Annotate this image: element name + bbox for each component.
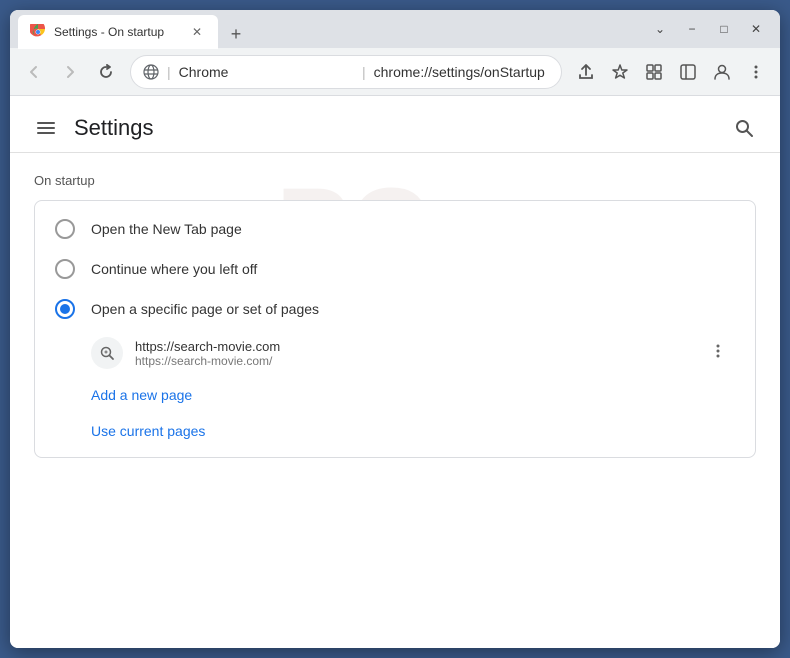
share-button[interactable] bbox=[570, 56, 602, 88]
chrome-menu-button[interactable] bbox=[740, 56, 772, 88]
forward-icon bbox=[61, 63, 79, 81]
option-specific[interactable]: Open a specific page or set of pages bbox=[35, 289, 755, 329]
toolbar: | Chrome | chrome://settings/onStartup bbox=[10, 48, 780, 96]
back-button[interactable] bbox=[18, 56, 50, 88]
tab-title: Settings - On startup bbox=[54, 25, 180, 39]
search-page-icon bbox=[99, 345, 115, 361]
maximize-button[interactable]: □ bbox=[710, 18, 738, 40]
active-tab[interactable]: Settings - On startup ✕ bbox=[18, 15, 218, 49]
extensions-button[interactable] bbox=[638, 56, 670, 88]
browser-name: Chrome bbox=[179, 64, 354, 80]
section-label: On startup bbox=[34, 173, 756, 188]
startup-card: Open the New Tab page Continue where you… bbox=[34, 200, 756, 458]
reload-icon bbox=[97, 63, 115, 81]
page-menu-dots-icon bbox=[709, 342, 727, 360]
browser-window: Settings - On startup ✕ + ⌄ − □ ✕ bbox=[10, 10, 780, 648]
settings-title: Settings bbox=[74, 115, 154, 141]
extensions-icon bbox=[645, 63, 663, 81]
page-content: Settings PC 4.COM On startup O bbox=[10, 96, 780, 648]
window-dropdown-button[interactable]: ⌄ bbox=[646, 18, 674, 40]
settings-menu-button[interactable] bbox=[30, 112, 62, 144]
settings-header: Settings bbox=[10, 96, 780, 153]
profile-icon bbox=[713, 63, 731, 81]
add-new-page-link[interactable]: Add a new page bbox=[35, 377, 755, 413]
sidebar-icon bbox=[679, 63, 697, 81]
toolbar-actions bbox=[570, 56, 772, 88]
menu-dots-icon bbox=[747, 63, 765, 81]
radio-new-tab bbox=[55, 219, 75, 239]
forward-button[interactable] bbox=[54, 56, 86, 88]
option-continue[interactable]: Continue where you left off bbox=[35, 249, 755, 289]
page-url-sub: https://search-movie.com/ bbox=[135, 354, 689, 368]
use-current-pages-link[interactable]: Use current pages bbox=[35, 413, 755, 449]
star-icon bbox=[611, 63, 629, 81]
minimize-button[interactable]: − bbox=[678, 18, 706, 40]
window-controls: ⌄ − □ ✕ bbox=[646, 18, 770, 40]
page-entry-text: https://search-movie.com https://search-… bbox=[135, 339, 689, 368]
hamburger-icon bbox=[36, 118, 56, 138]
page-entry-icon bbox=[91, 337, 123, 369]
option-new-tab-label: Open the New Tab page bbox=[91, 221, 242, 237]
radio-specific bbox=[55, 299, 75, 319]
option-continue-label: Continue where you left off bbox=[91, 261, 257, 277]
share-icon bbox=[577, 63, 595, 81]
address-url: chrome://settings/onStartup bbox=[374, 64, 549, 80]
sidebar-toggle-button[interactable] bbox=[672, 56, 704, 88]
settings-body: PC 4.COM On startup Open the New Tab pag… bbox=[10, 153, 780, 478]
bookmark-button[interactable] bbox=[604, 56, 636, 88]
page-entry-menu-button[interactable] bbox=[701, 338, 735, 369]
address-separator-2: | bbox=[362, 64, 366, 80]
chrome-address-icon bbox=[143, 64, 159, 80]
tab-close-button[interactable]: ✕ bbox=[188, 23, 206, 41]
profile-button[interactable] bbox=[706, 56, 738, 88]
back-icon bbox=[25, 63, 43, 81]
address-separator: | bbox=[167, 64, 171, 80]
close-button[interactable]: ✕ bbox=[742, 18, 770, 40]
new-tab-button[interactable]: + bbox=[222, 20, 250, 48]
settings-search-icon bbox=[734, 118, 754, 138]
page-entry: https://search-movie.com https://search-… bbox=[35, 329, 755, 377]
option-specific-label: Open a specific page or set of pages bbox=[91, 301, 319, 317]
radio-inner-dot bbox=[60, 304, 70, 314]
settings-search-button[interactable] bbox=[728, 112, 760, 144]
settings-header-left: Settings bbox=[30, 112, 154, 144]
title-bar: Settings - On startup ✕ + ⌄ − □ ✕ bbox=[10, 10, 780, 48]
reload-button[interactable] bbox=[90, 56, 122, 88]
address-bar[interactable]: | Chrome | chrome://settings/onStartup bbox=[130, 55, 562, 89]
chrome-tab-icon bbox=[30, 24, 46, 40]
option-new-tab[interactable]: Open the New Tab page bbox=[35, 209, 755, 249]
radio-continue bbox=[55, 259, 75, 279]
page-url-main: https://search-movie.com bbox=[135, 339, 689, 354]
